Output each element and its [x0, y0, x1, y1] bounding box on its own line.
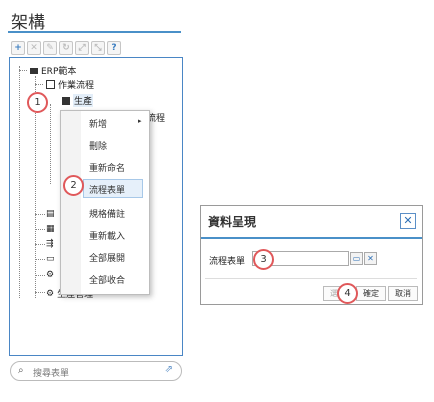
menu-item-new[interactable]: 新增 [89, 117, 107, 130]
window-icon [46, 80, 55, 89]
help-icon[interactable]: ? [107, 41, 121, 55]
tree-connector [35, 292, 45, 293]
monitor-icon [30, 67, 38, 74]
add-icon[interactable]: + [11, 41, 25, 55]
tree-node-label: 作業流程 [58, 81, 95, 91]
tree-node-root[interactable]: ERP範本 [30, 64, 76, 77]
cancel-button[interactable]: 取消 [388, 286, 418, 301]
form-search[interactable]: ⌕ 搜尋表單 ⇗ [10, 361, 182, 381]
dialog-title: 資料呈現 [208, 215, 257, 229]
refresh-icon[interactable]: ↻ [59, 41, 73, 55]
tree-node-workflow[interactable]: 作業流程 [46, 78, 94, 91]
tree-connector [35, 244, 45, 245]
clear-icon[interactable]: ✕ [364, 252, 377, 265]
context-menu: 新增 刪除 重新命名 流程表單 規格備註 重新載入 全部展開 全部收合 [60, 110, 150, 295]
folder-icon[interactable]: ▭ [350, 252, 363, 265]
tree-connector [35, 259, 45, 260]
collapse-icon[interactable]: ⤡ [91, 41, 105, 55]
process-icon [62, 96, 70, 105]
search-icon: ⌕ [18, 365, 24, 376]
expand-icon[interactable]: ⤢ [75, 41, 89, 55]
tree-connector [19, 70, 27, 71]
title-divider [8, 31, 181, 33]
tree-connector [35, 275, 45, 276]
data-presentation-dialog: 資料呈現 ✕ 流程表單 ▭ ✕ 選 確定 取消 [200, 205, 423, 305]
step-marker-4: 4 [337, 283, 358, 304]
tree-connector [50, 104, 51, 184]
confirm-button[interactable]: 確定 [356, 286, 386, 301]
tree-connector [19, 66, 20, 298]
delete-icon[interactable]: ✕ [27, 41, 41, 55]
menu-item-delete[interactable]: 刪除 [89, 139, 107, 152]
calendar-icon: ▦ [46, 224, 55, 234]
database-icon: ▤ [46, 209, 55, 219]
step-marker-2: 2 [63, 175, 84, 196]
tree-node-label: ERP範本 [41, 67, 77, 77]
dialog-divider [201, 237, 422, 239]
search-placeholder: 搜尋表單 [33, 369, 70, 379]
close-icon[interactable]: ✕ [400, 213, 416, 229]
external-link-icon[interactable]: ⇗ [165, 364, 173, 375]
menu-item-reload[interactable]: 重新載入 [89, 229, 125, 242]
tree-node-production[interactable]: 生產 [62, 94, 94, 107]
gear-icon: ⚙ [46, 288, 55, 299]
tree-connector [35, 229, 45, 230]
branch-icon: ⇶ [46, 239, 54, 249]
dialog-separator [205, 278, 417, 279]
panel-title: 架構 [11, 13, 45, 33]
menu-gutter [61, 111, 81, 294]
menu-item-rename[interactable]: 重新命名 [89, 161, 125, 174]
tree-connector [35, 84, 43, 85]
edit-icon[interactable]: ✎ [43, 41, 57, 55]
tree-toolbar: + ✕ ✎ ↻ ⤢ ⤡ ? [11, 41, 121, 55]
menu-item-collapse-all[interactable]: 全部收合 [89, 273, 125, 286]
folder-icon: ▭ [46, 254, 55, 264]
gear-icon: ⚙ [46, 270, 55, 280]
step-marker-3: 3 [253, 249, 274, 270]
tree-node-label: 生產 [73, 94, 94, 107]
menu-item-expand-all[interactable]: 全部展開 [89, 251, 125, 264]
tree-connector [35, 214, 45, 215]
step-marker-1: 1 [27, 92, 48, 113]
menu-item-spec-note[interactable]: 規格備註 [89, 207, 125, 220]
submenu-arrow-icon: ▸ [138, 117, 142, 125]
process-form-label: 流程表單 [209, 257, 246, 267]
menu-item-process-form[interactable]: 流程表單 [89, 183, 125, 196]
